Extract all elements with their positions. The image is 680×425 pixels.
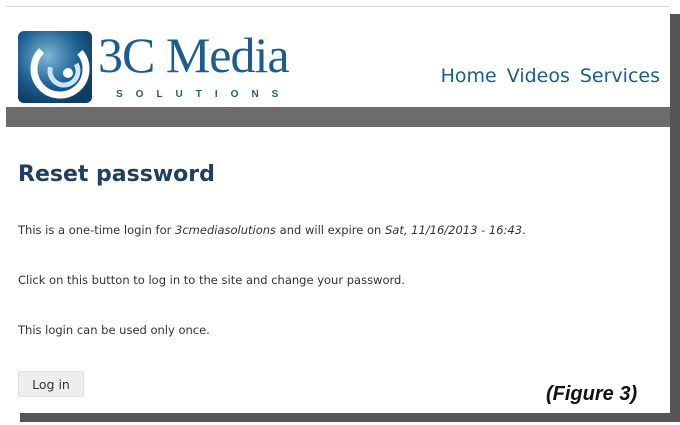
notice-middle: and will expire on	[276, 223, 385, 237]
nav-videos-link[interactable]: Videos	[507, 65, 570, 87]
site-logo[interactable]: 3C Media SOLUTIONS	[16, 21, 306, 105]
expiry-date: Sat, 11/16/2013 - 16:43	[384, 223, 523, 237]
one-time-login-notice: This is a one-time login for 3cmediasolu…	[18, 223, 526, 237]
main-content: Reset password This is a one-time login …	[18, 127, 658, 397]
page-title: Reset password	[18, 162, 215, 187]
notice-prefix: This is a one-time login for	[18, 223, 176, 237]
nav-home-link[interactable]: Home	[441, 65, 497, 87]
screenshot-frame: 3C Media SOLUTIONS Home Videos Services …	[6, 6, 670, 413]
main-nav: Home Videos Services	[441, 65, 660, 87]
notice-suffix: .	[522, 223, 526, 237]
single-use-text: This login can be used only once.	[18, 323, 210, 337]
site-name: 3cmediasolutions	[175, 223, 277, 237]
figure-caption: (Figure 3)	[546, 383, 638, 405]
nav-bar-divider	[6, 107, 670, 127]
logo-tagline: SOLUTIONS	[116, 89, 292, 100]
nav-services-link[interactable]: Services	[580, 65, 660, 87]
frame-shadow-right	[670, 14, 680, 420]
site-header: 3C Media SOLUTIONS Home Videos Services	[6, 7, 670, 107]
frame-shadow-bottom	[20, 412, 680, 422]
instruction-text: Click on this button to log in to the si…	[18, 273, 405, 287]
swirl-logo-icon	[18, 31, 92, 103]
log-in-button[interactable]: Log in	[18, 371, 84, 397]
logo-name: 3C Media	[98, 27, 290, 83]
